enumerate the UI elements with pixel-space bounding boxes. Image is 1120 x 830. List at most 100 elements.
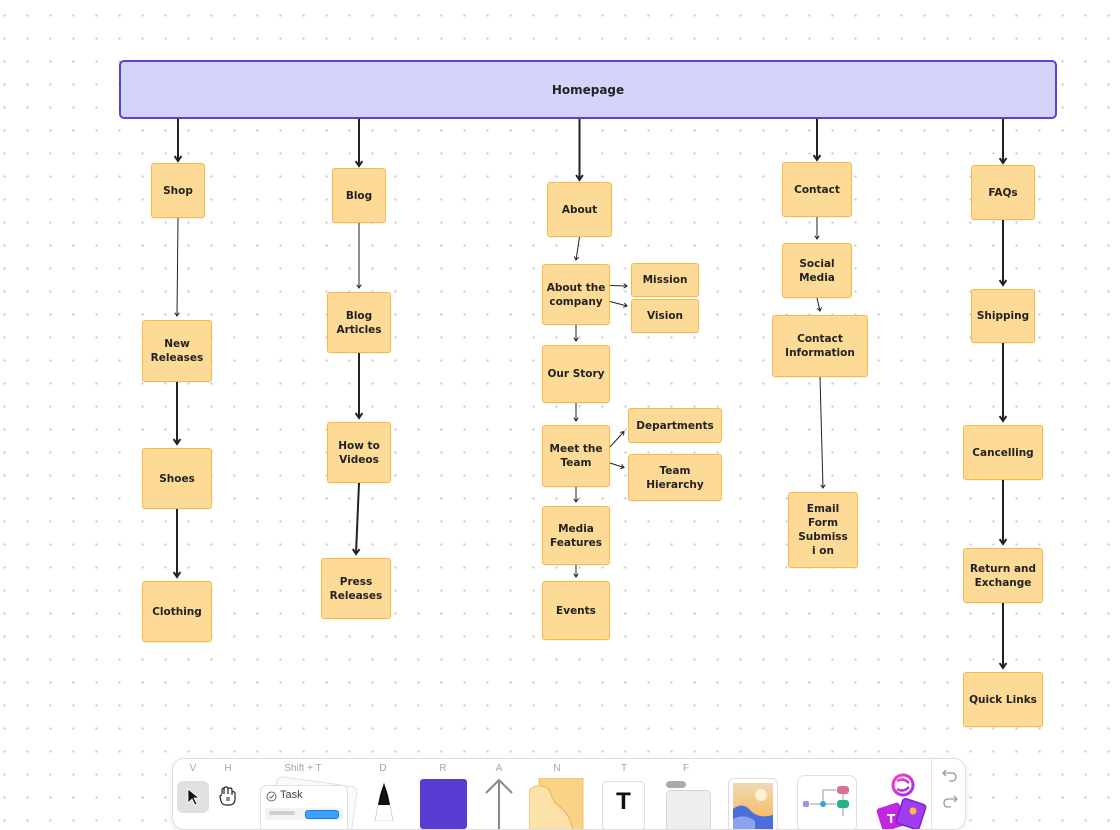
node-mission[interactable]: Mission xyxy=(631,263,699,297)
connector-layer xyxy=(172,119,1008,670)
connector-meet-the-team-team-hierarchy[interactable] xyxy=(609,462,625,470)
connector-contact-information-email-form-submission[interactable] xyxy=(819,376,826,489)
pen-tool[interactable]: D xyxy=(363,759,403,829)
node-email-form-submission[interactable]: Email Form Submissi on xyxy=(788,492,858,568)
connector-about-about-the-company[interactable] xyxy=(573,236,580,261)
connector-cancelling-return-and-exchange[interactable] xyxy=(998,480,1008,546)
node-departments[interactable]: Departments xyxy=(628,408,722,443)
text-icon: T xyxy=(602,781,645,829)
node-label: Contact Information xyxy=(785,333,855,359)
node-blog-articles[interactable]: Blog Articles xyxy=(327,292,391,353)
redo-icon[interactable] xyxy=(941,793,959,809)
node-label: Return and Exchange xyxy=(969,562,1037,589)
shortcut-label: Shift + T xyxy=(284,763,322,774)
node-label: Press Releases xyxy=(329,575,383,602)
node-return-and-exchange[interactable]: Return and Exchange xyxy=(963,548,1043,603)
node-media-features[interactable]: Media Features xyxy=(542,506,610,565)
connector-blog-blog-articles[interactable] xyxy=(356,223,362,289)
node-label: New Releases xyxy=(150,338,204,364)
node-contact-information[interactable]: Contact Information xyxy=(772,315,868,377)
node-our-story[interactable]: Our Story xyxy=(542,345,610,403)
connector-contact-social-media[interactable] xyxy=(814,217,820,240)
task-card-icon: Task xyxy=(260,785,348,829)
node-clothing[interactable]: Clothing xyxy=(142,581,212,642)
node-team-hierarchy[interactable]: Team Hierarchy xyxy=(628,454,722,501)
node-cancelling[interactable]: Cancelling xyxy=(963,425,1043,480)
node-how-to-videos[interactable]: How to Videos xyxy=(327,422,391,483)
connector-homepage-shop[interactable] xyxy=(173,119,183,163)
node-shipping[interactable]: Shipping xyxy=(971,289,1035,343)
text-glyph: T xyxy=(616,788,631,815)
node-about[interactable]: About xyxy=(547,182,612,237)
node-press-releases[interactable]: Press Releases xyxy=(321,558,391,619)
node-homepage[interactable]: Homepage xyxy=(119,60,1057,119)
connector-homepage-contact[interactable] xyxy=(812,119,822,162)
connector-how-to-videos-press-releases[interactable] xyxy=(351,482,361,556)
node-faqs[interactable]: FAQs xyxy=(971,165,1035,220)
node-label: Clothing xyxy=(152,605,202,618)
undo-icon[interactable] xyxy=(941,767,959,783)
bottom-toolbar: V H Shift + T Task D R A N T T F T xyxy=(172,758,966,830)
connector-our-story-meet-the-team[interactable] xyxy=(573,403,579,422)
node-new-releases[interactable]: New Releases xyxy=(142,320,212,382)
image-tool[interactable] xyxy=(725,759,779,829)
node-social-media[interactable]: Social Media xyxy=(782,243,852,298)
connector-homepage-faqs[interactable] xyxy=(998,119,1008,165)
frame-tool[interactable]: F xyxy=(661,759,711,829)
node-vision[interactable]: Vision xyxy=(631,299,699,333)
node-label: Cancelling xyxy=(972,446,1034,459)
node-events[interactable]: Events xyxy=(542,581,610,640)
hand-tool[interactable]: H xyxy=(213,759,243,829)
connector-new-releases-shoes[interactable] xyxy=(172,382,182,446)
image-icon xyxy=(728,778,778,829)
arrow-tool[interactable]: A xyxy=(479,759,519,829)
check-circle-icon xyxy=(266,791,277,802)
node-label: Vision xyxy=(646,310,684,322)
ai-tool[interactable]: T xyxy=(869,759,929,829)
connector-faqs-shipping[interactable] xyxy=(998,220,1008,287)
node-about-the-company[interactable]: About the company xyxy=(542,264,610,325)
sticky-note-tool[interactable]: N xyxy=(529,759,585,829)
connector-shipping-cancelling[interactable] xyxy=(998,343,1008,423)
connector-shoes-clothing[interactable] xyxy=(172,509,182,579)
node-meet-the-team[interactable]: Meet the Team xyxy=(542,425,610,487)
node-label: Team Hierarchy xyxy=(646,464,704,491)
node-label: Events xyxy=(556,604,596,617)
connector-about-the-company-our-story[interactable] xyxy=(573,325,579,342)
shortcut-label: A xyxy=(495,763,503,774)
node-label: Meet the Team xyxy=(549,443,603,469)
connector-media-features-events[interactable] xyxy=(573,565,579,578)
connector-return-and-exchange-quick-links[interactable] xyxy=(998,603,1008,670)
svg-text:T: T xyxy=(887,812,896,826)
node-label: How to Videos xyxy=(338,439,380,466)
connector-homepage-about[interactable] xyxy=(575,119,584,182)
node-label: Quick Links xyxy=(969,693,1037,706)
node-shoes[interactable]: Shoes xyxy=(142,448,212,509)
node-blog[interactable]: Blog xyxy=(332,168,386,223)
pen-icon xyxy=(374,781,394,821)
flowchart-tool[interactable] xyxy=(793,759,857,829)
connector-meet-the-team-departments[interactable] xyxy=(609,430,625,448)
select-tool[interactable]: V xyxy=(173,759,213,829)
shortcut-label: D xyxy=(379,763,387,774)
cursor-icon xyxy=(187,788,201,806)
connector-social-media-contact-information[interactable] xyxy=(816,297,822,312)
connector-shop-new-releases[interactable] xyxy=(174,217,180,317)
whiteboard-canvas[interactable]: Homepage Shop New Releases Shoes Clothin… xyxy=(0,0,1120,822)
connector-blog-articles-how-to-videos[interactable] xyxy=(354,353,364,420)
connector-homepage-blog[interactable] xyxy=(354,119,364,168)
task-label: Task xyxy=(280,789,303,801)
node-label: Our Story xyxy=(547,368,605,380)
connector-about-the-company-vision[interactable] xyxy=(609,301,628,308)
shortcut-label: R xyxy=(439,763,447,774)
connector-meet-the-team-media-features[interactable] xyxy=(573,487,579,503)
node-label: Media Features xyxy=(550,522,602,549)
node-quick-links[interactable]: Quick Links xyxy=(963,672,1043,727)
task-tool[interactable]: Shift + T Task xyxy=(253,759,359,829)
sticky-note-icon xyxy=(529,778,584,829)
connector-about-the-company-mission[interactable] xyxy=(609,283,628,289)
node-shop[interactable]: Shop xyxy=(151,163,205,218)
node-contact[interactable]: Contact xyxy=(782,162,852,217)
shape-tool[interactable]: R xyxy=(413,759,473,829)
text-tool[interactable]: T T xyxy=(601,759,647,829)
